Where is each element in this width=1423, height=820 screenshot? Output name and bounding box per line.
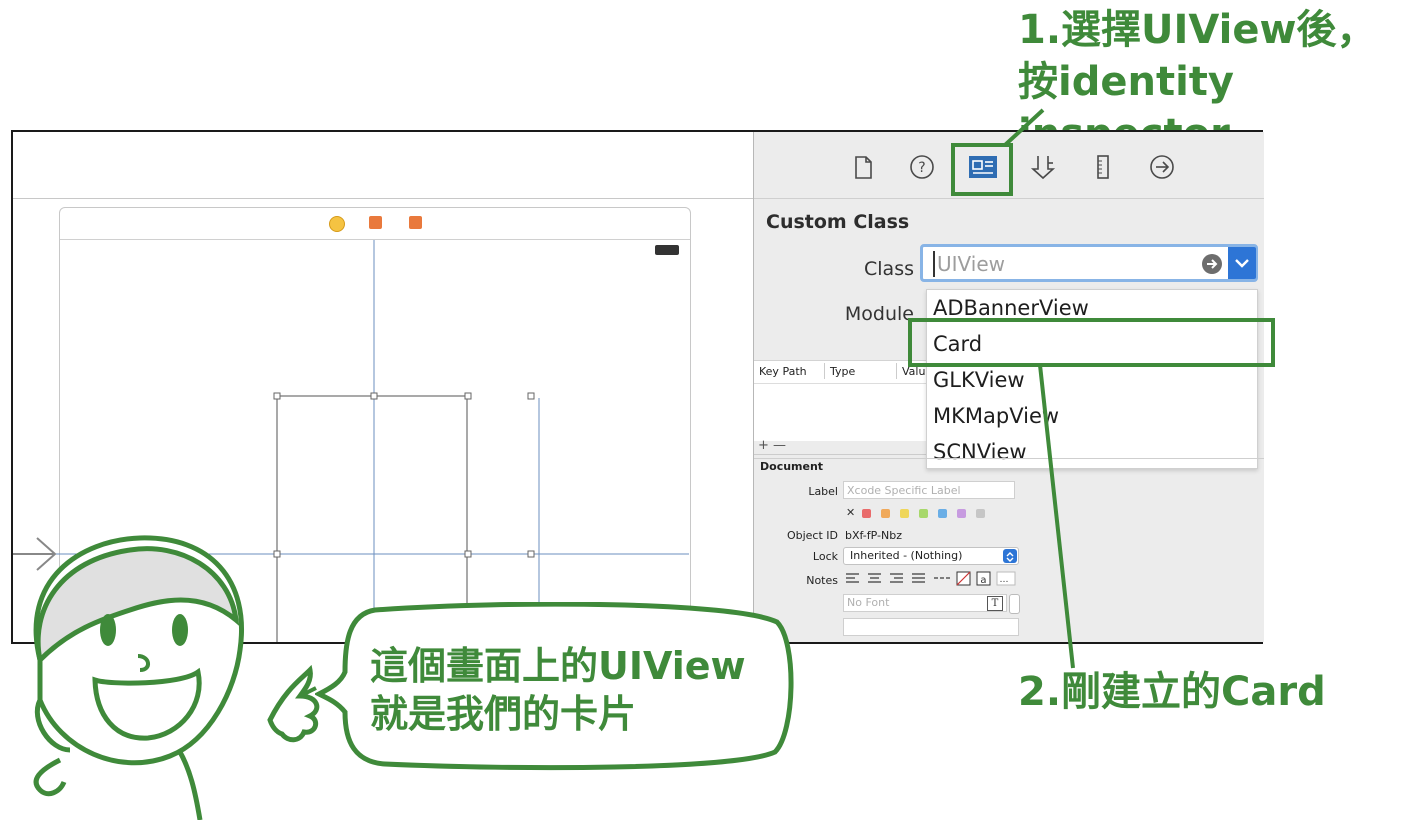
cartoon-character [33,535,320,820]
speech-line1: 這個畫面上的UIView [370,644,746,688]
speech-line2: 就是我們的卡片 [370,692,637,736]
step2-annotation: 2.剛建立的Card [1018,669,1326,715]
speech-text: 這個畫面上的UIView 就是我們的卡片 [370,642,746,738]
